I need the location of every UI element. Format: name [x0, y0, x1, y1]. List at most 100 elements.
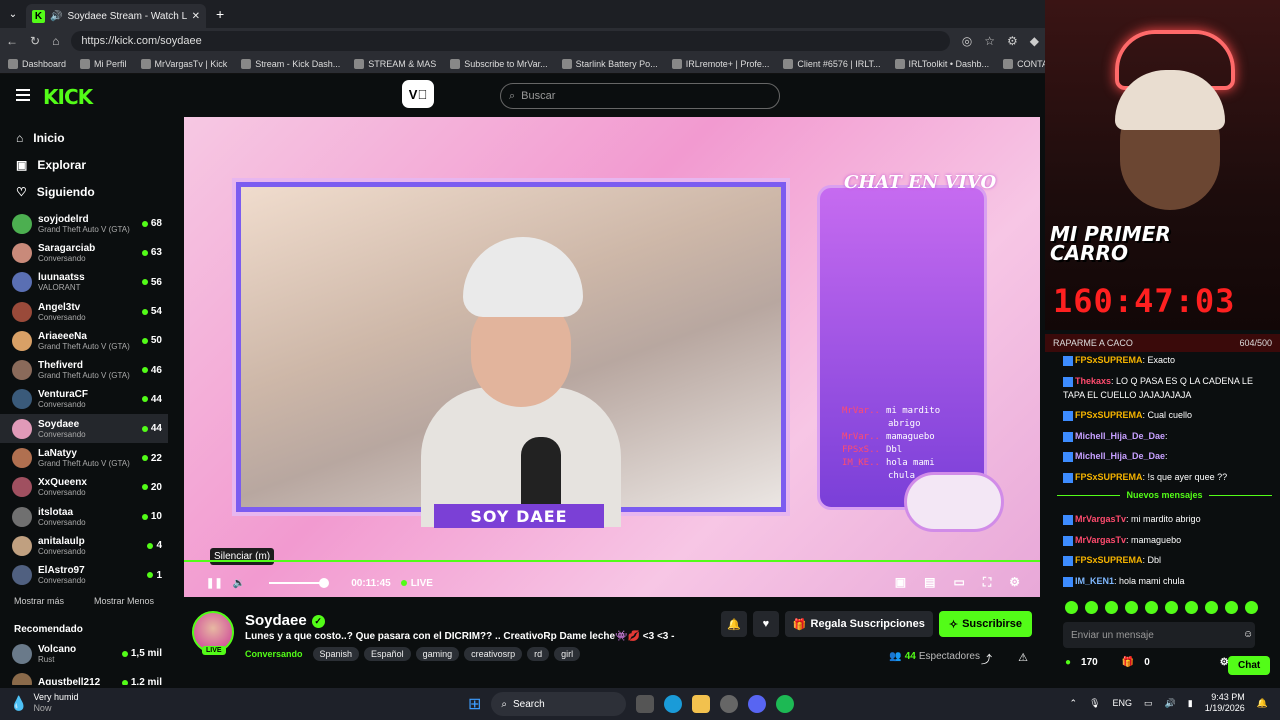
back-icon[interactable]: ← [6, 34, 18, 48]
chat-username[interactable]: FPSxSUPREMA [1075, 555, 1143, 565]
url-field[interactable]: https://kick.com/soydaee [71, 31, 950, 51]
reload-icon[interactable]: ↻ [30, 34, 40, 48]
chat-message[interactable]: FPSxSUPREMA: Cual cuello [1063, 408, 1273, 422]
notification-bell-icon[interactable]: 🔔 [720, 611, 747, 637]
bookmark-item[interactable]: Client #6576 | IRLT... [783, 58, 881, 69]
favorite-star-icon[interactable]: ☆ [984, 34, 995, 48]
volume-slider[interactable] [269, 578, 330, 588]
weather-widget[interactable]: 💧 Very humid Now [10, 692, 78, 714]
channel-item[interactable]: Soydaee Conversando 44 [0, 414, 168, 444]
chat-message[interactable]: FPSxSUPREMA: Dbl [1063, 553, 1273, 567]
discord-icon[interactable] [748, 695, 767, 713]
wallet-icon[interactable]: ◆ [1030, 34, 1039, 48]
speaker-icon[interactable]: 🔊 [50, 11, 62, 22]
network-icon[interactable]: ▭ [1144, 698, 1153, 709]
chat-message[interactable]: FPSxSUPREMA: !s que ayer quee ?? [1063, 470, 1273, 484]
start-icon[interactable]: ⊞ [468, 694, 481, 714]
settings-icon[interactable]: ⚙ [1009, 575, 1020, 590]
stream-tag[interactable]: girl [554, 647, 581, 661]
emote-icon[interactable] [1085, 601, 1098, 614]
share-icon[interactable]: ⤴ [981, 651, 992, 667]
language-indicator[interactable]: ENG [1113, 698, 1133, 708]
taskbar-search[interactable]: ⌕ Search [491, 692, 627, 716]
chat-username[interactable]: MrVargasTv [1075, 514, 1126, 524]
category-link[interactable]: Conversando [245, 649, 303, 659]
gift-count-icon[interactable]: 🎁 [1122, 657, 1134, 668]
emoji-icon[interactable]: ☺ [1243, 629, 1253, 640]
channel-item[interactable]: VenturaCF Conversando 44 [0, 385, 168, 414]
fullscreen-icon[interactable]: ⛶ [983, 575, 991, 590]
nav-inicio[interactable]: ⌂ Inicio [0, 124, 168, 151]
emote-icon[interactable] [1125, 601, 1138, 614]
kick-logo[interactable]: KICK [43, 85, 93, 109]
emote-icon[interactable] [1245, 601, 1258, 614]
channel-item[interactable]: Saragarciab Conversando 63 [0, 238, 168, 267]
emote-icon[interactable] [1225, 601, 1238, 614]
stream-tag[interactable]: creativosrp [464, 647, 523, 661]
close-tab-icon[interactable]: ✕ [192, 11, 200, 22]
notification-icon[interactable]: 🔔 [1257, 698, 1268, 709]
chat-message[interactable]: MrVargasTv: mi mardito abrigo [1063, 512, 1273, 526]
task-view-icon[interactable] [636, 695, 655, 713]
bookmark-item[interactable]: MrVargasTv | Kick [140, 58, 227, 69]
channel-item[interactable]: XxQueenx Conversando 20 [0, 473, 168, 502]
extensions-icon[interactable]: ⚙ [1007, 34, 1018, 48]
stream-tag[interactable]: rd [527, 647, 550, 661]
gift-subs-button[interactable]: 🎁 Regala Suscripciones [784, 611, 933, 637]
bookmark-item[interactable]: CONTADOR [1003, 58, 1045, 69]
bookmark-item[interactable]: STREAM & MAS [354, 58, 436, 69]
chat-message[interactable]: MrVargasTv: mamaguebo [1063, 533, 1273, 547]
bookmark-item[interactable]: IRLToolkit • Dashb... [894, 58, 989, 69]
mic-icon[interactable]: 🎙 [1089, 698, 1100, 709]
chat-username[interactable]: MrVargasTv [1075, 535, 1126, 545]
channel-item[interactable]: AriaeeeNa Grand Theft Auto V (GTA) 50 [0, 326, 168, 355]
emote-icon[interactable] [1105, 601, 1118, 614]
channel-item[interactable]: Thefiverd Grand Theft Auto V (GTA) 46 [0, 355, 168, 384]
chat-username[interactable]: FPSxSUPREMA [1075, 355, 1143, 365]
chat-username[interactable]: Michell_Hija_De_Dae [1075, 431, 1165, 441]
channel-item[interactable]: itslotaa Conversando 10 [0, 502, 168, 531]
bookmark-item[interactable]: Stream - Kick Dash... [241, 58, 340, 69]
app-icon[interactable] [720, 695, 739, 713]
chat-input[interactable]: Enviar un mensaje [1063, 622, 1255, 648]
emote-icon[interactable] [1145, 601, 1158, 614]
channel-item[interactable]: Volcano Rust 1,5 mil [0, 639, 168, 668]
channel-item[interactable]: ElAstro97 Conversando 1 [0, 561, 168, 590]
theater-icon[interactable]: ▭ [953, 575, 964, 590]
chat-message[interactable]: Thekaxs: LO Q PASA ES Q LA CADENA LE TAP… [1063, 374, 1273, 402]
file-explorer-icon[interactable] [692, 695, 711, 713]
chat-username[interactable]: Michell_Hija_De_Dae [1075, 451, 1165, 461]
edge-icon[interactable] [664, 695, 683, 713]
chat-message[interactable]: Michell_Hija_De_Dae: [1063, 449, 1273, 463]
channel-item[interactable]: luunaatss VALORANT 56 [0, 268, 168, 297]
volume-icon[interactable]: 🔉 [233, 578, 245, 589]
emote-icon[interactable] [1065, 601, 1078, 614]
channel-item[interactable]: soyjodelrd Grand Theft Auto V (GTA) 68 [0, 209, 168, 238]
emote-icon[interactable] [1165, 601, 1178, 614]
bookmark-item[interactable]: Subscribe to MrVar... [450, 58, 548, 69]
new-tab-icon[interactable]: + [216, 6, 224, 22]
stream-tag[interactable]: gaming [415, 647, 460, 661]
bookmark-item[interactable]: Mi Perfil [80, 58, 127, 69]
chat-message[interactable]: IM_KEN1: hola mami chula [1063, 574, 1273, 588]
channel-item[interactable]: Angel3tv Conversando 54 [0, 297, 168, 326]
chat-send-button[interactable]: Chat [1228, 656, 1271, 675]
battery-icon[interactable]: ▮ [1188, 698, 1193, 709]
app-logo-icon[interactable]: V⃞ [402, 80, 434, 108]
channel-item[interactable]: LaNatyy Grand Theft Auto V (GTA) 22 [0, 443, 168, 472]
channel-item[interactable]: Agustbell212 1,2 mil [0, 668, 168, 685]
bookmark-item[interactable]: Dashboard [8, 58, 66, 69]
stream-tag[interactable]: Español [364, 647, 411, 661]
chat-username[interactable]: FPSxSUPREMA [1075, 472, 1143, 482]
bookmark-item[interactable]: IRLremote+ | Profe... [671, 58, 769, 69]
volume-tray-icon[interactable]: 🔊 [1165, 698, 1176, 709]
chat-username[interactable]: Thekaxs [1075, 376, 1111, 386]
reader-icon[interactable]: ◎ [962, 34, 972, 48]
emote-icon[interactable] [1205, 601, 1218, 614]
chat-message[interactable]: FPSxSUPREMA: Exacto [1063, 353, 1273, 367]
home-icon[interactable]: ⌂ [52, 34, 59, 48]
emote-icon[interactable] [1185, 601, 1198, 614]
chat-username[interactable]: FPSxSUPREMA [1075, 410, 1143, 420]
search-input[interactable]: ⌕ Buscar [500, 83, 780, 109]
video-player[interactable]: SOY DAEE MrVar.. mi mardito abrigo MrVar.. m… [184, 117, 1040, 597]
